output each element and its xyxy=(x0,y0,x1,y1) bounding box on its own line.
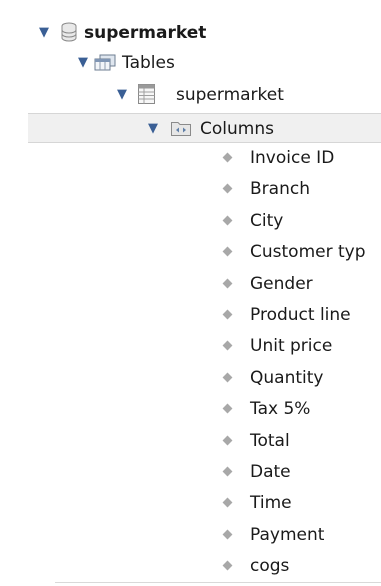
column-diamond-icon xyxy=(222,372,233,383)
expand-toggle-icon[interactable]: ▼ xyxy=(146,122,160,135)
column-item[interactable]: Product line xyxy=(0,300,381,330)
column-item[interactable]: Total xyxy=(0,426,381,456)
column-diamond-icon xyxy=(222,246,233,257)
tables-folder-icon xyxy=(94,54,116,76)
tables-folder-label: Tables xyxy=(122,53,175,73)
column-item[interactable]: Branch xyxy=(0,174,381,204)
database-label: supermarket xyxy=(84,23,207,43)
column-label: Payment xyxy=(250,524,325,545)
column-item[interactable]: Payment xyxy=(0,520,381,550)
tree-node-columns[interactable]: ▼ Columns xyxy=(28,113,381,143)
column-label: cogs xyxy=(250,556,290,577)
column-diamond-icon xyxy=(222,309,233,320)
column-label: Product line xyxy=(250,305,351,325)
column-item[interactable]: City xyxy=(0,206,381,236)
column-item[interactable]: Customer typ xyxy=(0,237,381,267)
column-label: Tax 5% xyxy=(250,399,311,420)
column-label: Time xyxy=(250,493,292,514)
column-diamond-icon xyxy=(222,497,233,508)
columns-folder-label: Columns xyxy=(200,119,274,139)
column-item[interactable]: Quantity xyxy=(0,363,381,393)
column-label: Total xyxy=(250,430,290,451)
tree-node-tables[interactable]: ▼ Tables xyxy=(0,48,381,78)
column-label: Quantity xyxy=(250,367,324,388)
column-label: Customer typ xyxy=(250,242,366,263)
tree-node-table[interactable]: ▼ supermarket xyxy=(0,80,381,110)
expand-toggle-icon[interactable]: ▼ xyxy=(76,56,90,69)
column-diamond-icon xyxy=(222,435,233,446)
expand-toggle-icon[interactable]: ▼ xyxy=(115,88,129,101)
table-label: supermarket xyxy=(176,85,284,105)
column-label: Unit price xyxy=(250,336,333,357)
column-item[interactable]: Gender xyxy=(0,269,381,299)
column-label: City xyxy=(250,210,284,231)
column-label: Invoice ID xyxy=(250,148,335,168)
column-diamond-icon xyxy=(222,466,233,477)
column-diamond-icon xyxy=(222,152,233,163)
column-item[interactable]: Tax 5% xyxy=(0,394,381,424)
column-diamond-icon xyxy=(222,560,233,571)
column-label: Gender xyxy=(250,273,313,294)
table-icon xyxy=(138,84,155,109)
column-item[interactable]: Date xyxy=(0,457,381,487)
columns-folder-icon xyxy=(171,120,191,141)
column-diamond-icon xyxy=(222,278,233,289)
column-item[interactable]: Unit price xyxy=(0,331,381,361)
column-diamond-icon xyxy=(222,403,233,414)
expand-toggle-icon[interactable]: ▼ xyxy=(37,26,51,39)
column-diamond-icon xyxy=(222,183,233,194)
column-item[interactable]: Invoice ID xyxy=(0,143,381,173)
database-icon xyxy=(61,22,77,47)
divider xyxy=(55,582,381,583)
column-diamond-icon xyxy=(222,215,233,226)
column-diamond-icon xyxy=(222,340,233,351)
column-diamond-icon xyxy=(222,529,233,540)
column-label: Branch xyxy=(250,179,310,200)
tree-node-database[interactable]: ▼ supermarket xyxy=(0,18,381,48)
schema-tree: ▼ supermarket ▼ Tables ▼ supermarket ▼ C… xyxy=(0,0,381,586)
column-item[interactable]: cogs xyxy=(0,551,381,581)
column-item[interactable]: Time xyxy=(0,488,381,518)
column-label: Date xyxy=(250,462,291,482)
